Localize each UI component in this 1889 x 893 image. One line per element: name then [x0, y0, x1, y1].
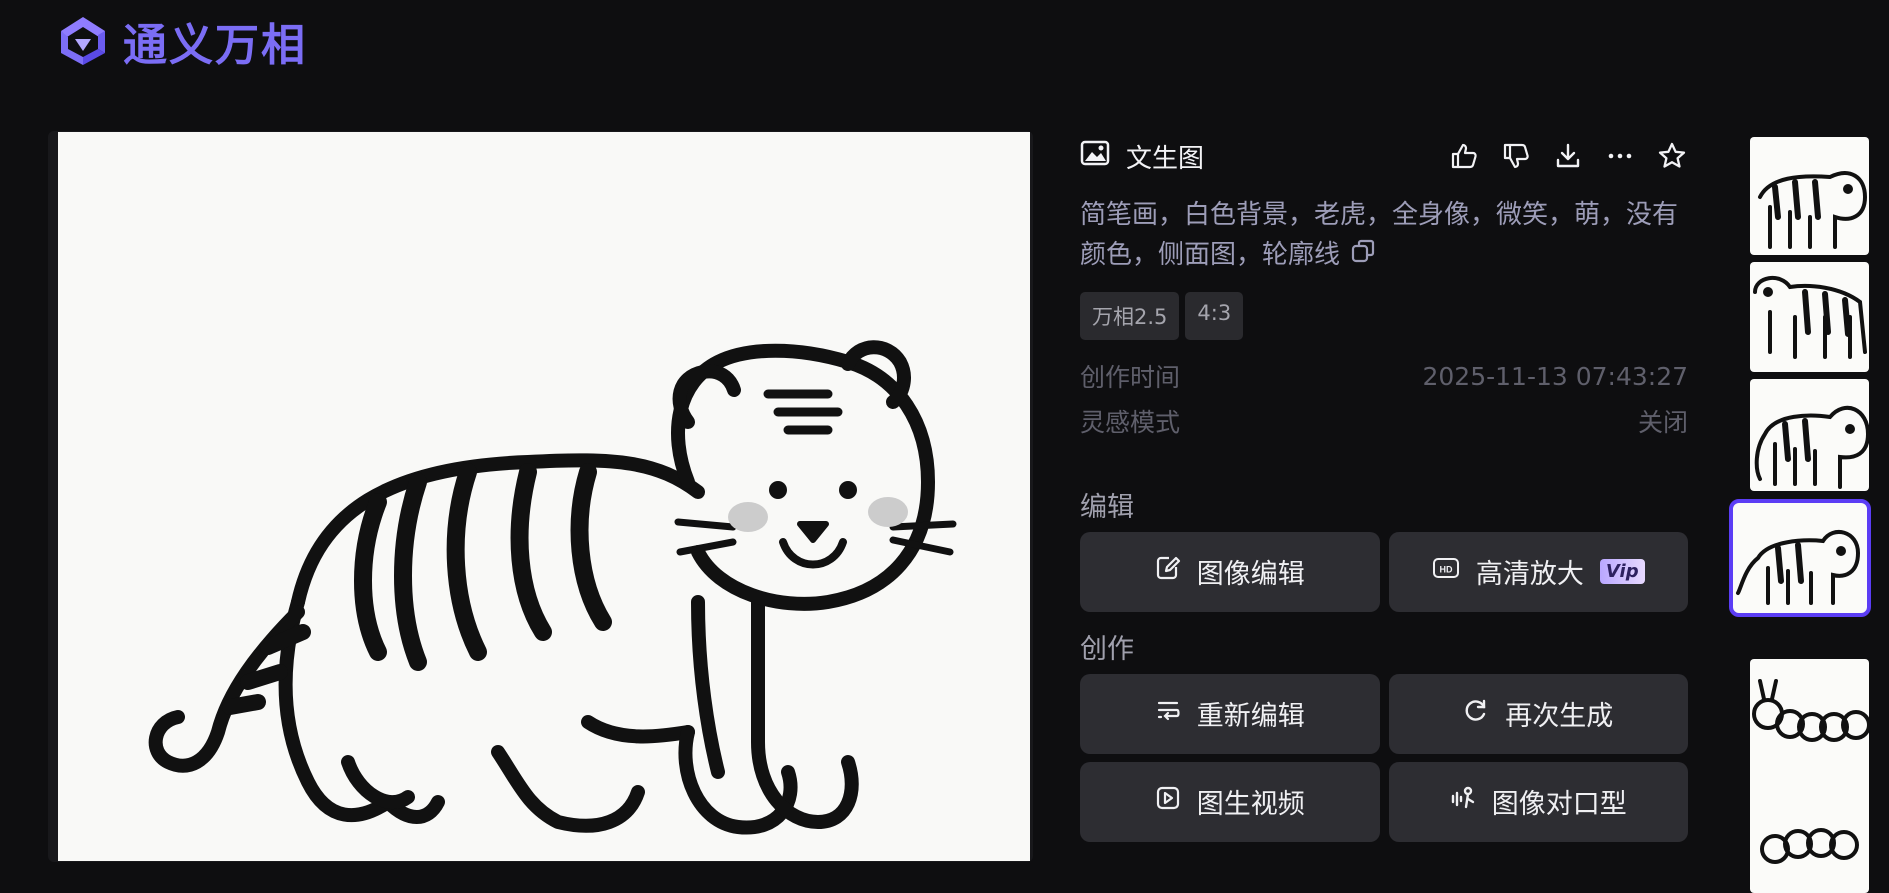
thumbnail-item[interactable] — [1750, 379, 1869, 491]
image-icon — [1080, 140, 1110, 173]
lip-sync-icon — [1450, 785, 1476, 818]
image-edit-button[interactable]: 图像编辑 — [1080, 531, 1380, 612]
image-to-video-label: 图生视频 — [1196, 789, 1305, 820]
section-title-edit: 编辑 — [1080, 491, 1134, 523]
lip-sync-button[interactable]: 图像对口型 — [1388, 761, 1688, 842]
meta-info: 创作时间 2025-11-13 07:43:27 灵感模式 关闭 — [1080, 354, 1688, 444]
thumbnail-strip — [1728, 131, 1873, 893]
generation-type-label: 文生图 — [1126, 143, 1205, 174]
thumbnail-item[interactable] — [1750, 262, 1869, 372]
prompt-text: 简笔画，白色背景，老虎，全身像，微笑，萌，没有颜色，侧面图，轮廓线 — [1080, 195, 1688, 276]
image-to-video-button[interactable]: 图生视频 — [1080, 761, 1380, 842]
thumbs-down-icon[interactable] — [1500, 140, 1532, 172]
generation-type: 文生图 — [1080, 138, 1204, 175]
create-buttons-row-1: 重新编辑 再次生成 — [1080, 673, 1688, 754]
thumbnail-item-selected[interactable] — [1729, 499, 1871, 617]
copy-icon[interactable] — [1350, 236, 1376, 276]
hd-upscale-label: 高清放大 — [1475, 559, 1584, 590]
tongyi-logo-icon — [55, 13, 111, 69]
star-icon[interactable] — [1656, 140, 1688, 172]
generated-image — [58, 132, 1030, 861]
meta-value: 2025-11-13 07:43:27 — [1422, 361, 1688, 391]
download-icon[interactable] — [1552, 140, 1584, 172]
edit-icon — [1155, 555, 1181, 588]
re-edit-button[interactable]: 重新编辑 — [1080, 673, 1380, 754]
vip-badge: Vip — [1599, 559, 1645, 584]
svg-text:HD: HD — [1439, 565, 1452, 575]
image-detail-panel: 文生图 简笔画，白色背景，老虎，全身像，微笑，萌，没有颜色，侧面图，轮廓线 万相… — [1080, 131, 1688, 842]
meta-label: 创作时间 — [1080, 363, 1181, 392]
brand-name: 通义万相 — [123, 20, 307, 71]
more-icon[interactable] — [1604, 140, 1636, 172]
thumbnail-item[interactable] — [1750, 659, 1869, 893]
image-edit-label: 图像编辑 — [1196, 559, 1305, 590]
brand-logo[interactable]: 通义万相 — [55, 10, 307, 72]
thumbnail-item[interactable] — [1750, 137, 1869, 255]
hd-icon: HD — [1432, 556, 1460, 587]
lip-sync-label: 图像对口型 — [1491, 789, 1627, 820]
generated-image-viewer[interactable] — [48, 131, 1033, 862]
prompt-content: 简笔画，白色背景，老虎，全身像，微笑，萌，没有颜色，侧面图，轮廓线 — [1080, 200, 1679, 270]
regenerate-label: 再次生成 — [1505, 701, 1614, 732]
regenerate-button[interactable]: 再次生成 — [1388, 673, 1688, 754]
image-actions — [1448, 140, 1688, 172]
re-edit-icon — [1155, 697, 1181, 730]
hd-upscale-button[interactable]: HD 高清放大 Vip — [1388, 531, 1688, 612]
panel-header: 文生图 — [1080, 131, 1688, 181]
section-title-create: 创作 — [1080, 633, 1134, 665]
re-edit-label: 重新编辑 — [1196, 701, 1305, 732]
meta-row-created-time: 创作时间 2025-11-13 07:43:27 — [1080, 354, 1688, 399]
create-buttons-row-2: 图生视频 图像对口型 — [1080, 761, 1688, 842]
meta-label: 灵感模式 — [1080, 408, 1181, 437]
refresh-icon — [1463, 697, 1489, 730]
meta-row-inspiration-mode: 灵感模式 关闭 — [1080, 399, 1688, 444]
ratio-tag: 4:3 — [1185, 291, 1244, 340]
tag-list: 万相2.5 4:3 — [1080, 291, 1688, 340]
video-icon — [1155, 785, 1181, 818]
edit-buttons: 图像编辑 HD 高清放大 Vip — [1080, 531, 1688, 612]
meta-value: 关闭 — [1637, 408, 1688, 437]
thumbs-up-icon[interactable] — [1448, 140, 1480, 172]
model-tag: 万相2.5 — [1080, 291, 1180, 340]
